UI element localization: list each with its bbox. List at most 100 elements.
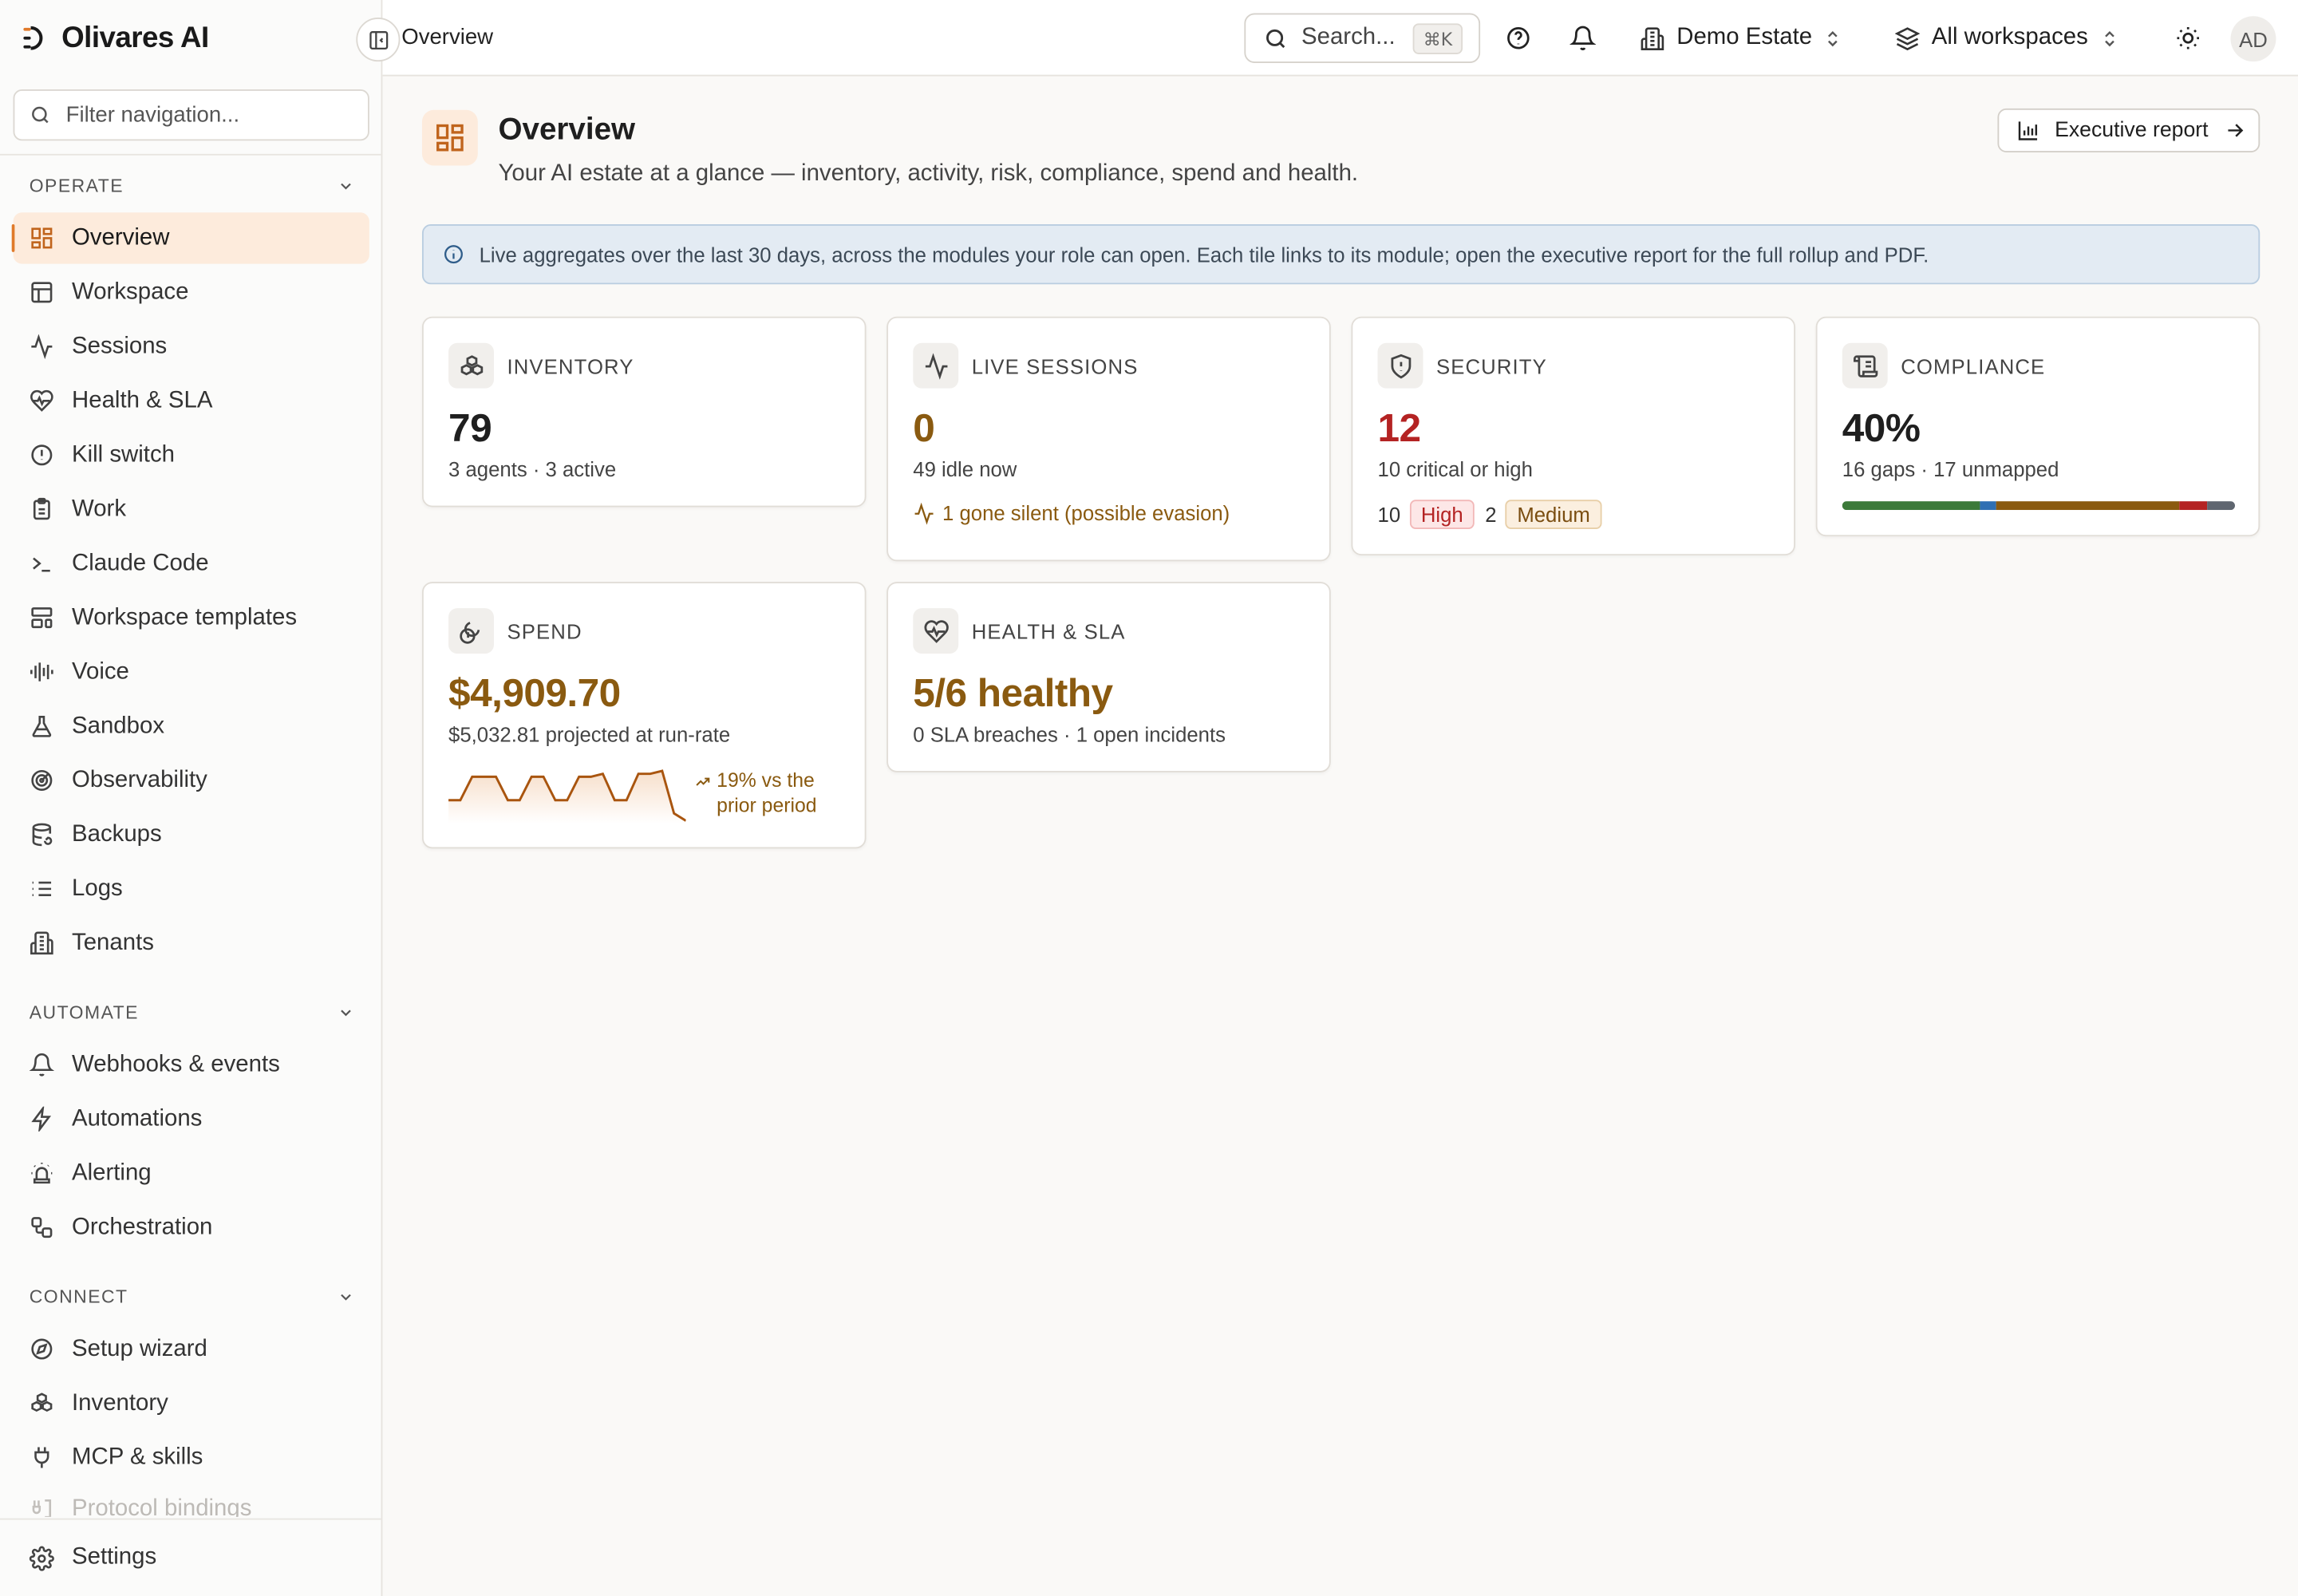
compliance-bar-segment xyxy=(1980,501,1996,511)
layout-icon xyxy=(30,280,54,305)
chevrons-up-down-icon xyxy=(2104,30,2114,46)
section-automate[interactable]: AUTOMATE xyxy=(30,1000,355,1026)
section-title: CONNECT xyxy=(29,1286,128,1308)
sidebar-item-sessions[interactable]: Sessions xyxy=(14,321,369,372)
collapse-sidebar-button[interactable] xyxy=(356,18,401,62)
chevron-down-icon xyxy=(341,1009,351,1017)
sidebar-item-voice[interactable]: Voice xyxy=(14,646,369,697)
global-search[interactable]: Search... ⌘K xyxy=(1244,13,1481,63)
nav-filter[interactable] xyxy=(13,89,369,141)
section-operate[interactable]: OPERATE xyxy=(30,173,355,200)
sidebar-item-claude-code[interactable]: Claude Code xyxy=(14,538,369,589)
binding-icon xyxy=(30,1496,54,1517)
plug-icon xyxy=(30,1445,54,1470)
compliance-card[interactable]: COMPLIANCE 40% 16 gaps · 17 unmapped xyxy=(1815,316,2260,537)
sidebar-item-mcp-skills[interactable]: MCP & skills xyxy=(14,1432,369,1483)
sidebar-item-label: Orchestration xyxy=(71,1214,213,1239)
topbar: Overview Search... ⌘K Demo Estate All wo… xyxy=(382,0,2298,77)
compliance-bar-segment xyxy=(1842,501,1980,511)
compass-icon xyxy=(30,1337,54,1361)
help-icon[interactable] xyxy=(1503,23,1533,53)
page-grid-icon xyxy=(421,109,478,166)
clipboard-icon xyxy=(30,497,54,522)
sidebar-item-overview[interactable]: Overview xyxy=(11,212,369,264)
notifications-bell-icon[interactable] xyxy=(1568,23,1597,53)
high-count: 10 xyxy=(1377,502,1401,527)
spend-card[interactable]: SPEND $4,909.70 $5,032.81 projected at r… xyxy=(421,582,867,849)
sidebar-item-work[interactable]: Work xyxy=(14,484,369,535)
sidebar-item-protocol-bindings[interactable]: Protocol bindings xyxy=(14,1484,369,1517)
chevrons-up-down-icon xyxy=(1828,30,1838,46)
building-icon xyxy=(1641,26,1664,50)
trending-up-icon xyxy=(696,777,710,786)
security-card[interactable]: SECURITY 12 10 critical or high 10 High … xyxy=(1351,316,1795,556)
sidebar-item-tenants[interactable]: Tenants xyxy=(14,918,369,969)
security-value: 12 xyxy=(1377,405,1422,450)
executive-report-label: Executive report xyxy=(2055,118,2209,143)
sidebar-item-kill-switch[interactable]: Kill switch xyxy=(14,429,369,480)
brand-name: Olivares AI xyxy=(61,21,209,54)
inventory-card[interactable]: INVENTORY 79 3 agents · 3 active xyxy=(421,316,867,508)
sidebar-item-inventory[interactable]: Inventory xyxy=(14,1377,369,1428)
avatar[interactable]: AD xyxy=(2230,16,2276,62)
theme-toggle-sun-icon[interactable] xyxy=(2174,23,2203,53)
trend-line-2: prior period xyxy=(717,794,817,816)
page-title: Overview xyxy=(498,113,636,147)
sidebar-item-orchestration[interactable]: Orchestration xyxy=(14,1202,369,1253)
page-subtitle: Your AI estate at a glance — inventory, … xyxy=(498,161,1359,187)
estate-name: Demo Estate xyxy=(1676,25,1813,50)
sidebar-item-label: Observability xyxy=(71,767,207,792)
sessions-note: 1 gone silent (possible evasion) xyxy=(913,501,1230,524)
card-label: LIVE SESSIONS xyxy=(971,354,1139,378)
estate-selector[interactable]: Demo Estate xyxy=(1640,22,1842,54)
sidebar-item-label: Inventory xyxy=(71,1389,168,1416)
health-sla-card[interactable]: HEALTH & SLA 5/6 healthy 0 SLA breaches … xyxy=(886,582,1331,772)
sidebar-item-workspace-templates[interactable]: Workspace templates xyxy=(14,592,369,643)
sidebar-item-webhooks[interactable]: Webhooks & events xyxy=(14,1039,369,1090)
info-text: Live aggregates over the last 30 days, a… xyxy=(479,242,1929,267)
compliance-bar-segment xyxy=(2207,501,2235,511)
sessions-sub: 49 idle now xyxy=(913,457,1017,481)
sidebar-item-settings[interactable]: Settings xyxy=(14,1533,369,1582)
brand[interactable]: Olivares AI xyxy=(21,21,209,56)
sidebar-item-workspace[interactable]: Workspace xyxy=(14,267,369,318)
siren-icon xyxy=(30,1161,54,1186)
workspace-selector[interactable]: All workspaces xyxy=(1894,22,2118,54)
heart-pulse-icon xyxy=(913,608,959,654)
boxes-icon xyxy=(448,342,494,389)
building-icon xyxy=(30,930,54,955)
grid-icon xyxy=(30,226,54,251)
sidebar-item-automations[interactable]: Automations xyxy=(14,1093,369,1144)
section-title: OPERATE xyxy=(29,176,124,197)
sidebar-item-health[interactable]: Health & SLA xyxy=(14,375,369,426)
sidebar-item-setup-wizard[interactable]: Setup wizard xyxy=(14,1323,369,1374)
spend-value: $4,909.70 xyxy=(448,671,621,716)
sidebar-item-alerting[interactable]: Alerting xyxy=(14,1148,369,1199)
card-label: SECURITY xyxy=(1435,354,1547,378)
compliance-bar-segment xyxy=(2180,501,2208,511)
sidebar-item-label: Automations xyxy=(71,1105,203,1131)
activity-icon xyxy=(913,342,959,389)
severity-row: 10 High 2 Medium xyxy=(1378,500,1602,529)
coins-icon xyxy=(448,608,494,654)
executive-report-button[interactable]: Executive report xyxy=(1997,108,2260,153)
workflow-icon xyxy=(30,1215,54,1240)
search-icon xyxy=(32,106,49,124)
sidebar-item-observability[interactable]: Observability xyxy=(14,755,369,806)
sidebar-item-label: Workspace xyxy=(71,279,189,305)
sidebar-item-backups[interactable]: Backups xyxy=(14,809,369,860)
audio-wave-icon xyxy=(30,659,54,684)
sidebar-item-label: Voice xyxy=(71,658,129,684)
nav-filter-input[interactable] xyxy=(65,102,345,128)
workspace-name: All workspaces xyxy=(1931,25,2088,50)
terminal-icon xyxy=(30,551,54,576)
sidebar-item-label: Sandbox xyxy=(71,713,165,738)
sparkline-area xyxy=(448,771,686,824)
section-connect[interactable]: CONNECT xyxy=(30,1284,355,1310)
live-sessions-card[interactable]: LIVE SESSIONS 0 49 idle now 1 gone silen… xyxy=(886,316,1331,562)
sidebar-item-sandbox[interactable]: Sandbox xyxy=(14,701,369,752)
database-backup-icon xyxy=(30,822,54,847)
spend-sparkline xyxy=(448,769,686,824)
sidebar-item-logs[interactable]: Logs xyxy=(14,863,369,915)
brand-logo-icon xyxy=(23,26,43,50)
